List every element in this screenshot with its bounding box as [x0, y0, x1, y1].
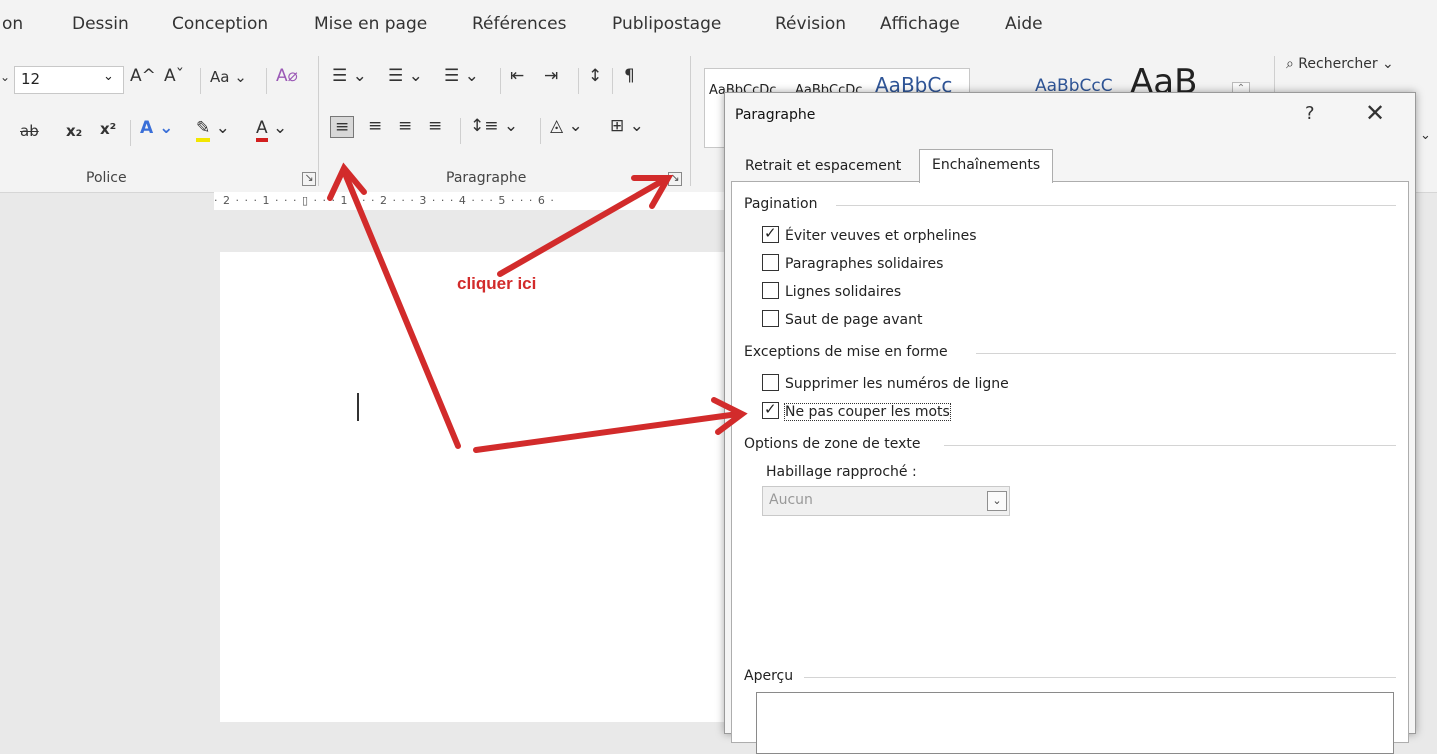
increase-indent-icon[interactable]: ⇥	[544, 66, 558, 86]
superscript-icon[interactable]: x²	[100, 120, 116, 138]
tab-retrait-espacement[interactable]: Retrait et espacement	[739, 151, 907, 181]
checkbox-label: Paragraphes solidaires	[785, 256, 944, 272]
checkbox-paragraphes-solidaires[interactable]: Paragraphes solidaires	[762, 254, 943, 272]
align-center-icon[interactable]: ≡	[368, 116, 382, 136]
checkbox-icon[interactable]	[762, 310, 779, 327]
separator	[200, 68, 201, 94]
section-zone-texte: Options de zone de texte	[744, 436, 921, 452]
tab-publipostage[interactable]: Publipostage	[612, 14, 721, 34]
chevron-down-icon[interactable]: ⌄	[1420, 128, 1431, 143]
tab-dessin[interactable]: Dessin	[72, 14, 129, 34]
tab-panel-enchainements: Pagination ✓ Éviter veuves et orphelines …	[731, 181, 1409, 754]
shading-icon[interactable]: ◬ ⌄	[550, 116, 583, 136]
annotation-text: cliquer ici	[457, 274, 537, 293]
preview-box	[756, 692, 1394, 754]
separator	[460, 118, 461, 144]
checkbox-icon[interactable]: ✓	[762, 224, 779, 243]
checkbox-lignes-solidaires[interactable]: Lignes solidaires	[762, 282, 901, 300]
habillage-select[interactable]: Aucun ⌄	[762, 486, 1010, 516]
paragraphe-dialog-launcher-icon[interactable]: ↘	[668, 172, 682, 186]
search-button[interactable]: ⌕ Rechercher ⌄	[1286, 56, 1394, 72]
align-left-icon[interactable]: ≡	[330, 116, 355, 138]
ruler-marks: · 2 · · · 1 · · · ▯ · · · 1 · · · 2 · · …	[214, 194, 555, 207]
paragraph-dialog: Paragraphe ? ✕ Retrait et espacement Pag…	[724, 92, 1416, 754]
tab-revision[interactable]: Révision	[775, 14, 846, 34]
group-label-police: Police	[86, 170, 127, 186]
separator	[612, 68, 613, 94]
close-icon[interactable]: ✕	[1365, 99, 1385, 127]
section-apercu: Aperçu	[744, 668, 794, 684]
justify-icon[interactable]: ≡	[428, 116, 442, 136]
multilevel-list-icon[interactable]: ☰ ⌄	[444, 66, 479, 86]
text-cursor	[357, 393, 359, 421]
tab-partial[interactable]: on	[2, 14, 23, 34]
habillage-value: Aucun	[769, 492, 813, 508]
separator	[540, 118, 541, 144]
help-button[interactable]: ?	[1305, 103, 1315, 124]
police-dialog-launcher-icon[interactable]: ↘	[302, 172, 316, 186]
checkbox-eviter-veuves[interactable]: ✓ Éviter veuves et orphelines	[762, 224, 977, 244]
numbering-icon[interactable]: ☰ ⌄	[388, 66, 423, 86]
text-effects-icon[interactable]: A ⌄	[140, 118, 173, 138]
font-size-dropdown[interactable]: 12 ⌄	[14, 66, 124, 94]
tab-aide[interactable]: Aide	[1005, 14, 1043, 34]
search-label: Rechercher	[1298, 56, 1378, 72]
document-page[interactable]	[220, 252, 724, 722]
dialog-title: Paragraphe	[735, 107, 816, 123]
separator	[130, 120, 131, 146]
chevron-down-icon: ⌄	[103, 69, 114, 84]
separator	[266, 68, 267, 94]
separator	[318, 56, 319, 186]
checkbox-icon[interactable]	[762, 282, 779, 299]
strikethrough-icon[interactable]: ab	[20, 122, 39, 140]
borders-icon[interactable]: ⊞ ⌄	[610, 116, 644, 136]
chevron-down-icon[interactable]: ⌄	[987, 491, 1007, 511]
shrink-font-button[interactable]: Aˇ	[164, 66, 184, 86]
checkbox-ne-pas-couper[interactable]: ✓ Ne pas couper les mots	[762, 400, 951, 421]
checkbox-icon[interactable]	[762, 254, 779, 271]
checkbox-saut-de-page[interactable]: Saut de page avant	[762, 310, 922, 328]
grow-font-button[interactable]: A^	[130, 66, 156, 86]
sort-icon[interactable]: ↕	[588, 66, 602, 86]
bullets-icon[interactable]: ☰ ⌄	[332, 66, 367, 86]
checkbox-supprimer-numeros[interactable]: Supprimer les numéros de ligne	[762, 374, 1009, 392]
tab-references[interactable]: Références	[472, 14, 566, 34]
section-exceptions: Exceptions de mise en forme	[744, 344, 948, 360]
habillage-label: Habillage rapproché :	[766, 464, 917, 480]
group-label-paragraphe: Paragraphe	[446, 170, 527, 186]
font-name-dropdown-arrow[interactable]: ⌄	[0, 70, 10, 84]
section-pagination: Pagination	[744, 196, 818, 212]
show-formatting-marks-icon[interactable]: ¶	[624, 66, 635, 86]
separator	[690, 56, 691, 186]
divider	[976, 353, 1396, 354]
divider	[944, 445, 1396, 446]
subscript-icon[interactable]: x₂	[66, 122, 82, 140]
checkbox-icon[interactable]	[762, 374, 779, 391]
divider	[836, 205, 1396, 206]
separator	[578, 68, 579, 94]
tab-enchainements[interactable]: Enchaînements	[919, 149, 1054, 183]
checkbox-label: Ne pas couper les mots	[784, 403, 951, 421]
horizontal-ruler[interactable]: · 2 · · · 1 · · · ▯ · · · 1 · · · 2 · · …	[214, 192, 724, 210]
font-size-value: 12	[21, 70, 41, 88]
separator	[500, 68, 501, 94]
highlight-color-icon[interactable]: ✎ ⌄	[196, 118, 230, 142]
checkbox-label: Saut de page avant	[785, 312, 923, 328]
clear-formatting-icon[interactable]: A⌀	[276, 66, 298, 86]
checkbox-label: Supprimer les numéros de ligne	[785, 376, 1009, 392]
font-color-icon[interactable]: A ⌄	[256, 118, 287, 142]
decrease-indent-icon[interactable]: ⇤	[510, 66, 524, 86]
change-case-button[interactable]: Aa ⌄	[210, 68, 247, 86]
tab-affichage[interactable]: Affichage	[880, 14, 960, 34]
change-case-label: Aa	[210, 68, 230, 86]
line-spacing-icon[interactable]: ↕≡ ⌄	[470, 116, 518, 136]
checkbox-label: Éviter veuves et orphelines	[785, 228, 977, 244]
checkbox-icon[interactable]: ✓	[762, 400, 779, 419]
divider	[804, 677, 1396, 678]
checkbox-label: Lignes solidaires	[785, 284, 902, 300]
align-right-icon[interactable]: ≡	[398, 116, 412, 136]
ribbon-tab-bar: on Dessin Conception Mise en page Référe…	[0, 0, 1437, 52]
tab-conception[interactable]: Conception	[172, 14, 268, 34]
tab-mise-en-page[interactable]: Mise en page	[314, 14, 427, 34]
